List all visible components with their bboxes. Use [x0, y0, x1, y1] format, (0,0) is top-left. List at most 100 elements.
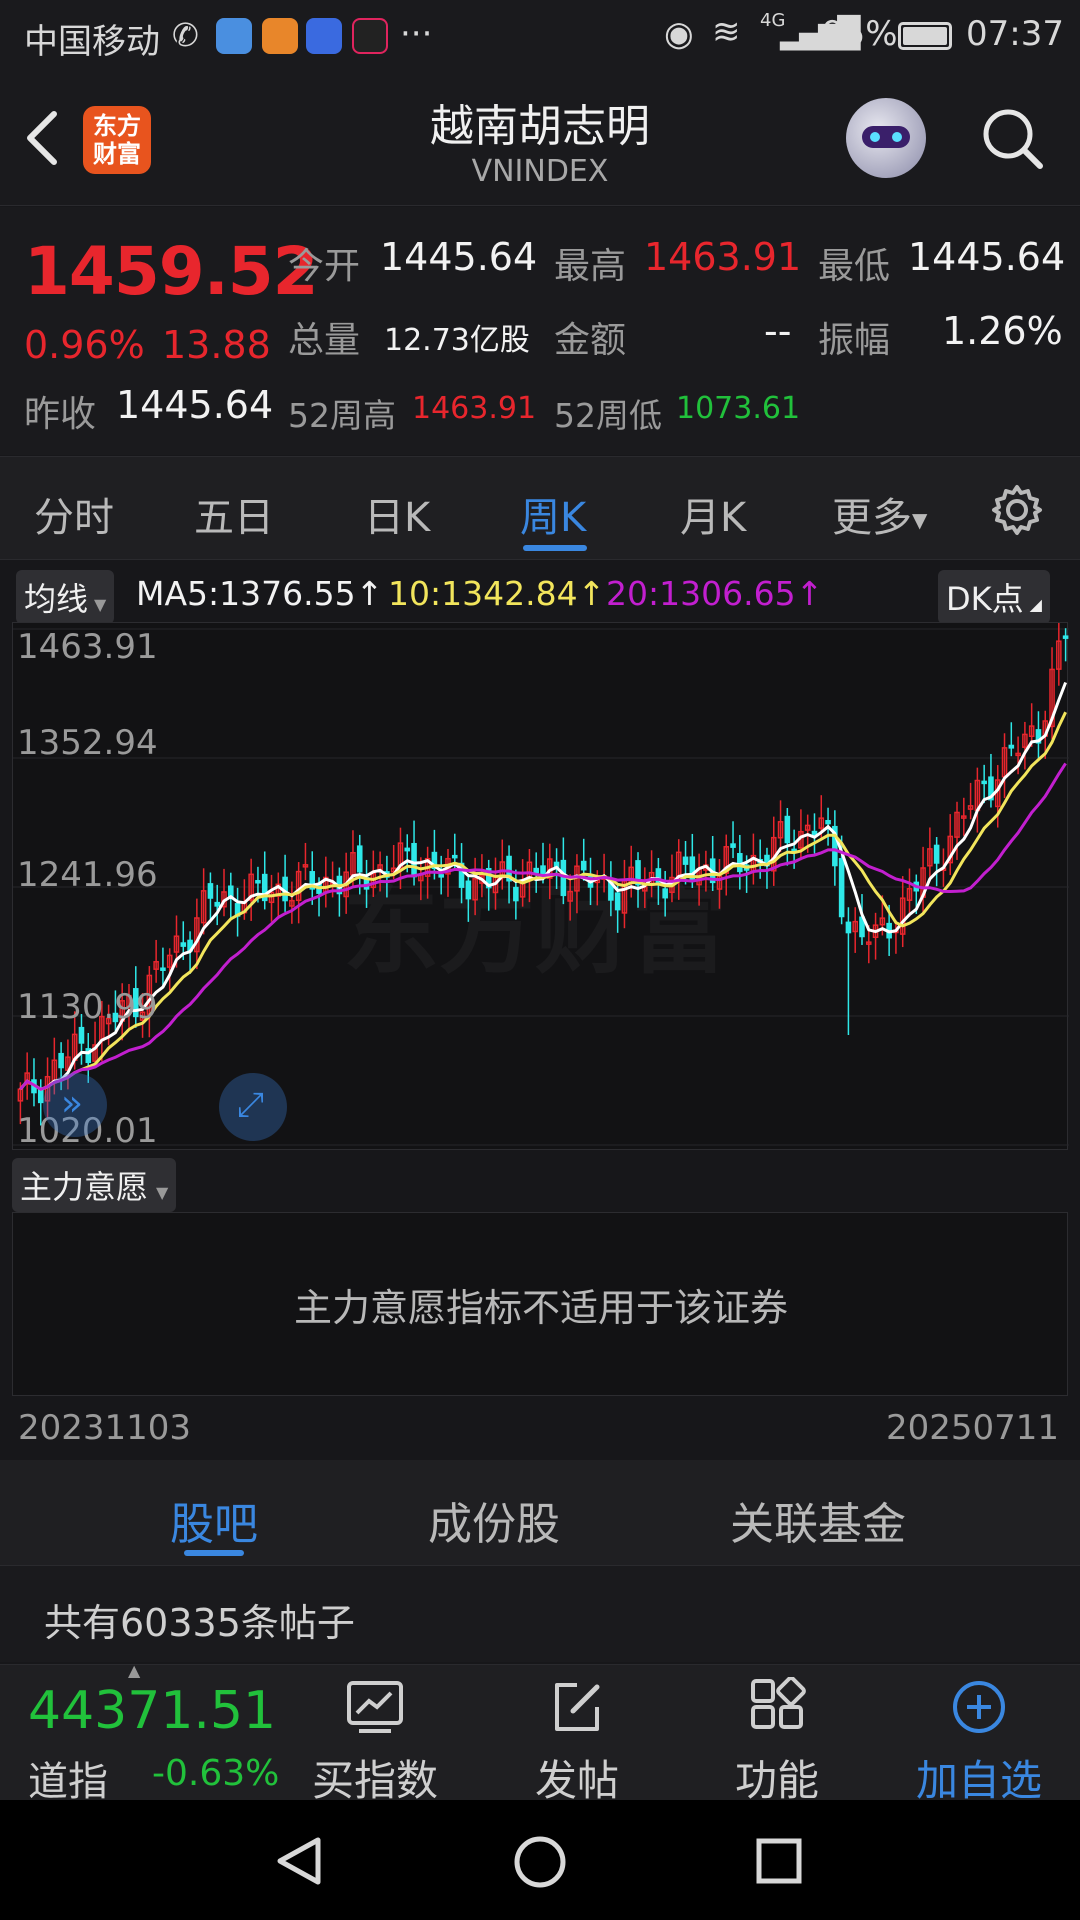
low-value: 1445.64 — [908, 235, 1066, 279]
kline-chart-canvas — [13, 623, 1069, 1146]
corner-icon: ◢ — [1029, 595, 1042, 614]
tab-daily-k[interactable]: 日K — [364, 485, 430, 543]
candle-body — [404, 847, 411, 852]
nav-back-icon[interactable] — [272, 1834, 326, 1888]
candle-body — [411, 842, 417, 878]
functions-label: 功能 — [734, 1756, 819, 1805]
candle-body — [214, 901, 221, 907]
active-tab-indicator — [184, 1550, 244, 1556]
bottom-action-bar: ▲ 44371.51 道指 -0.63% 买指数 发帖 功能 加自选 — [0, 1661, 1080, 1805]
settings-gear-icon[interactable] — [990, 483, 1044, 537]
volume-label: 总量 — [288, 320, 361, 361]
scroll-latest-button[interactable]: » — [43, 1073, 107, 1137]
candle-body — [58, 1052, 64, 1069]
candle-body — [784, 815, 791, 844]
baidu-notification-icon — [306, 18, 342, 54]
candle-body — [845, 921, 852, 934]
tab-more[interactable]: 更多▼ — [832, 485, 927, 543]
quote-panel: 1459.52 0.96% 13.88 昨收 1445.64 今开 1445.6… — [0, 207, 1080, 455]
wk52-high-value: 1463.91 — [412, 391, 537, 426]
tab-intraday[interactable]: 分时 — [34, 485, 114, 543]
tab-weekly-k[interactable]: 周K — [520, 485, 586, 543]
candle-body — [933, 844, 940, 864]
dk-point-button[interactable]: DK点 ◢ — [938, 570, 1050, 624]
tab-five-day[interactable]: 五日 — [194, 485, 274, 543]
nav-home-icon[interactable] — [512, 1834, 568, 1890]
indicator-selector-label: 主力意愿 — [20, 1168, 149, 1206]
ma20-value: 20:1306.65↑ — [606, 574, 824, 613]
amount-label: 金额 — [554, 320, 627, 361]
tiktok-notification-icon — [352, 18, 388, 54]
y-tick-label: 1352.94 — [17, 723, 158, 763]
chart-icon — [347, 1681, 403, 1733]
candle-body — [356, 845, 363, 873]
prev-close-label: 昨收 — [24, 394, 97, 435]
open-label: 今开 — [288, 246, 361, 287]
call-icon: ✆ — [172, 16, 199, 54]
high-label: 最高 — [554, 246, 627, 287]
wk52-low-value: 1073.61 — [676, 391, 801, 426]
search-icon[interactable] — [978, 104, 1048, 174]
candle-body — [682, 856, 689, 865]
robot-assistant-icon[interactable] — [846, 98, 926, 178]
caret-up-icon: ▲ — [128, 1661, 141, 1680]
system-nav-bar — [0, 1800, 1080, 1920]
candle-body — [730, 843, 736, 848]
tab-constituents[interactable]: 成份股 — [428, 1488, 560, 1552]
functions-button[interactable]: 功能 — [682, 1665, 872, 1805]
tab-guba[interactable]: 股吧 — [170, 1488, 258, 1552]
candle-body — [838, 858, 845, 918]
caret-down-icon: ▼ — [912, 508, 928, 532]
amplitude-value: 1.26% — [942, 309, 1063, 353]
ma10-value: 10:1342.84↑ — [388, 574, 606, 613]
posts-summary: 共有60335条帖子 — [0, 1566, 1080, 1662]
tab-monthly-k[interactable]: 月K — [680, 485, 746, 543]
caret-down-icon: ▼ — [94, 595, 107, 614]
change-percent: 0.96% — [24, 323, 145, 367]
clock: 07:37 — [966, 14, 1064, 54]
more-notifications: ··· — [400, 14, 433, 54]
add-watchlist-label: 加自选 — [915, 1756, 1042, 1805]
buy-index-label: 买指数 — [311, 1756, 438, 1805]
tab-more-label: 更多 — [832, 495, 912, 541]
y-tick-label: 1241.96 — [17, 855, 158, 895]
carrier-label: 中国移动 — [24, 22, 160, 62]
candle-body — [1062, 635, 1069, 639]
kline-chart[interactable]: 东方财富 1463.91 1352.94 1241.96 1130.99 102… — [12, 622, 1069, 1151]
eye-icon: ◉ — [664, 14, 694, 54]
candle-body — [737, 853, 743, 873]
ma-selector[interactable]: 均线 ▼ — [16, 570, 115, 624]
fullscreen-button[interactable]: ⤢ — [219, 1073, 287, 1141]
ma-selector-label: 均线 — [24, 580, 89, 618]
expand-icon: ⤢ — [237, 1085, 265, 1125]
end-date: 20250711 — [886, 1408, 1060, 1448]
wk52-low-label: 52周低 — [554, 396, 662, 435]
period-tabs: 分时 五日 日K 周K 月K 更多▼ — [0, 456, 1080, 560]
candle-body — [451, 854, 458, 859]
ticker-change: -0.63% — [152, 1753, 280, 1794]
ma-legend-row: 均线 ▼ MA5:1376.55↑ 10:1342.84↑ 20:1306.65↑… — [0, 564, 1080, 624]
low-label: 最低 — [818, 246, 891, 287]
amount-value: -- — [764, 309, 792, 353]
change-value: 13.88 — [162, 323, 271, 367]
caret-down-icon: ▼ — [156, 1183, 169, 1202]
candle-body — [614, 892, 621, 911]
index-ticker[interactable]: ▲ 44371.51 道指 -0.63% — [0, 1661, 290, 1805]
amplitude-label: 振幅 — [818, 320, 891, 361]
tab-related-funds[interactable]: 关联基金 — [730, 1488, 906, 1552]
indicator-selector[interactable]: 主力意愿 ▼ — [12, 1158, 177, 1212]
buy-index-button[interactable]: 买指数 — [280, 1665, 470, 1805]
wk52-high-label: 52周高 — [288, 396, 396, 435]
add-watchlist-button[interactable]: 加自选 — [884, 1665, 1074, 1805]
nav-recents-icon[interactable] — [754, 1836, 804, 1886]
candle-body — [207, 883, 214, 899]
candle-body — [160, 967, 166, 971]
open-value: 1445.64 — [380, 235, 538, 279]
candle-body — [438, 874, 444, 878]
battery-icon — [898, 22, 952, 50]
wifi-icon: ≋ — [712, 12, 741, 52]
ticker-name: 道指 — [28, 1759, 108, 1805]
candle-body — [180, 942, 187, 947]
high-value: 1463.91 — [644, 235, 802, 279]
post-button[interactable]: 发帖 — [482, 1665, 672, 1805]
